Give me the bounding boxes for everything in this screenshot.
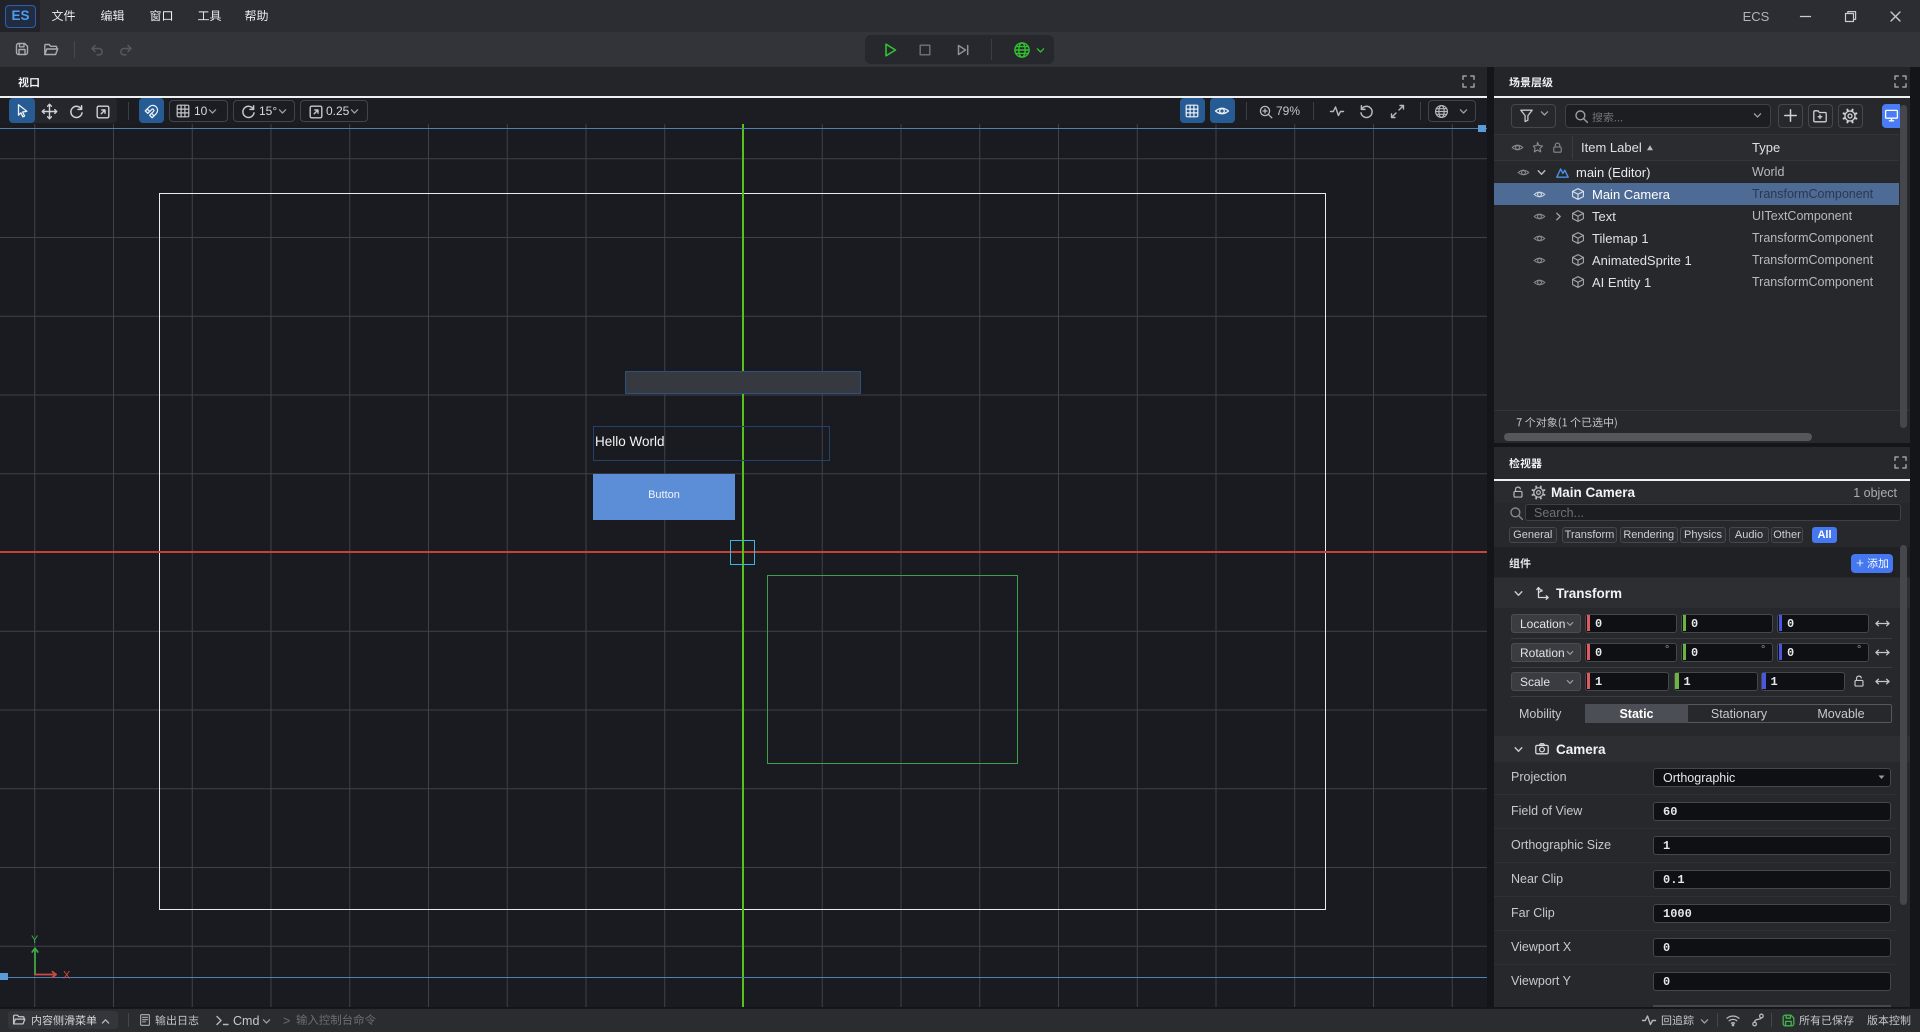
svg-text:X: X	[63, 970, 71, 982]
svg-text:Y: Y	[31, 934, 39, 946]
